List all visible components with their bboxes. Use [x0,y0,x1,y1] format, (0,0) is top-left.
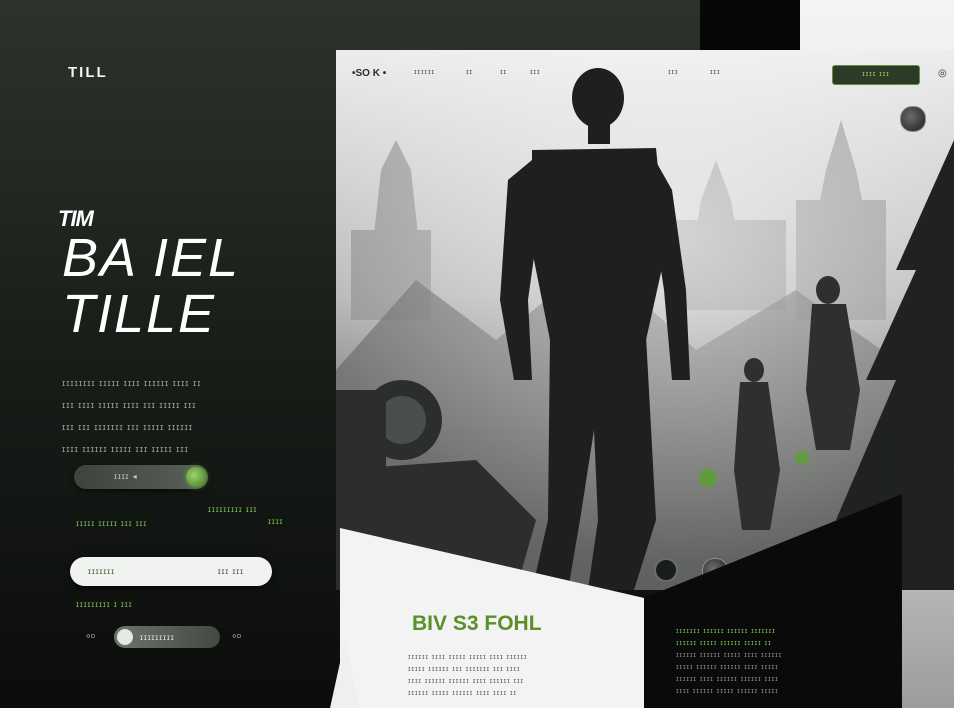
dark-body-line: ɪɪɪɪɪ ɪɪɪɪɪɪ ɪɪɪɪɪɪ ɪɪɪɪ ɪɪɪɪɪ [676,664,779,671]
description-line: ɪɪɪɪɪɪɪɪ ɪɪɪɪɪ ɪɪɪɪ ɪɪɪɪɪɪ ɪɪɪɪ ɪɪ [62,378,202,388]
hero-title-line-1: BA IEL [62,228,241,288]
play-control-icon[interactable] [900,106,926,132]
body-line: ɪɪɪɪ ɪɪɪɪɪɪ ɪɪɪɪɪɪ ɪɪɪɪ ɪɪɪɪɪɪ ɪɪɪ [408,678,524,685]
body-line: ɪɪɪɪɪɪ ɪɪɪɪ ɪɪɪɪɪ ɪɪɪɪɪ ɪɪɪɪ ɪɪɪɪɪɪ [408,654,528,661]
nav-cta-label: ɪɪɪɪ ɪɪɪ [862,71,890,78]
prev-icon[interactable]: ◦▫ [86,628,95,643]
search-pill-placeholder: ɪɪɪɪɪɪɪ [88,567,115,576]
body-line: ɪɪɪɪɪɪ ɪɪɪɪɪ ɪɪɪɪɪɪ ɪɪɪɪ ɪɪɪɪ ɪɪ [408,690,517,697]
search-pill-input[interactable]: ɪɪɪɪɪɪɪ ɪɪɪ ɪɪɪ [70,557,272,586]
dark-heading-line: ɪɪɪɪɪɪɪ ɪɪɪɪɪɪ ɪɪɪɪɪɪ ɪɪɪɪɪɪɪ [676,628,776,635]
slider-knob-icon [117,629,133,645]
hero-artwork [336,50,954,590]
search-pill-action: ɪɪɪ ɪɪɪ [217,567,244,576]
feature-card-body: ɪɪɪɪɪɪ ɪɪɪɪ ɪɪɪɪɪ ɪɪɪɪɪ ɪɪɪɪ ɪɪɪɪɪɪ ɪɪɪɪ… [408,652,608,700]
dark-body-line: ɪɪɪɪɪɪ ɪɪɪɪɪɪ ɪɪɪɪɪ ɪɪɪɪ ɪɪɪɪɪɪ [676,652,783,659]
feature-card-title: BIV S3 FOHL [412,612,542,635]
tertiary-link[interactable]: ɪɪɪɪɪɪɪɪɪ ɪɪɪ [208,505,257,514]
dark-body-line: ɪɪɪɪɪɪ ɪɪɪɪ ɪɪɪɪɪɪ ɪɪɪɪɪɪ ɪɪɪɪ [676,676,779,683]
brand-logo[interactable]: TILL [68,64,108,81]
tertiary-link-suffix[interactable]: ɪɪɪɪ [268,517,283,526]
nav-item[interactable]: ɪɪɪ [710,69,720,76]
slider-label: ɪɪɪɪɪɪɪɪɪ [140,633,175,642]
secondary-link[interactable]: ɪɪɪɪɪ ɪɪɪɪɪ ɪɪɪ ɪɪɪ [76,519,147,528]
mockup-navbar: •SO K • ɪɪɪɪɪɪ ɪɪ ɪɪ ɪɪɪ ɪɪɪ ɪɪɪ ɪɪɪɪ ɪɪ… [336,50,954,96]
description-line: ɪɪɪ ɪɪɪɪ ɪɪɪɪɪ ɪɪɪɪ ɪɪɪ ɪɪɪɪɪ ɪɪɪ [62,400,197,410]
hero-title: BA IEL TILLE [62,230,240,342]
dark-body-line: ɪɪɪɪ ɪɪɪɪɪɪ ɪɪɪɪɪ ɪɪɪɪɪɪ ɪɪɪɪɪ [676,688,779,695]
hero-title-line-2: TILLE [62,284,217,344]
description-line: ɪɪɪɪ ɪɪɪɪɪɪ ɪɪɪɪɪ ɪɪɪ ɪɪɪɪɪ ɪɪɪ [62,444,189,454]
nav-item[interactable]: ɪɪɪɪɪɪ [414,69,435,76]
nav-item[interactable]: ɪɪɪ [530,69,540,76]
nav-item[interactable]: ɪɪ [500,69,507,76]
dark-heading-line: ɪɪɪɪɪɪ ɪɪɪɪɪ ɪɪɪɪɪɪ ɪɪɪɪɪ ɪɪ [676,640,772,647]
nav-item[interactable]: ɪɪ [466,69,473,76]
mockup-logo[interactable]: •SO K • [352,68,386,79]
primary-toggle-button[interactable]: ɪɪɪɪ ◂ [74,465,208,489]
next-icon[interactable]: ◦▫ [232,628,241,643]
bottom-link[interactable]: ɪɪɪɪɪɪɪɪɪ ɪ ɪɪɪ [76,600,132,609]
nav-cta-button[interactable]: ɪɪɪɪ ɪɪɪ [832,65,920,85]
user-icon[interactable]: ◎ [938,68,947,79]
description-line: ɪɪɪ ɪɪɪ ɪɪɪɪɪɪɪ ɪɪɪ ɪɪɪɪɪ ɪɪɪɪɪɪ [62,422,193,432]
dark-card-body: ɪɪɪɪɪɪɪ ɪɪɪɪɪɪ ɪɪɪɪɪɪ ɪɪɪɪɪɪɪ ɪɪɪɪɪɪ ɪɪɪ… [676,626,876,698]
body-line: ɪɪɪɪɪ ɪɪɪɪɪɪ ɪɪɪ ɪɪɪɪɪɪɪ ɪɪɪ ɪɪɪɪ [408,666,521,673]
nav-item[interactable]: ɪɪɪ [668,69,678,76]
slider-toggle[interactable]: ɪɪɪɪɪɪɪɪɪ [114,626,220,648]
toggle-knob-icon [186,467,206,487]
page-mockup: •SO K • ɪɪɪɪɪɪ ɪɪ ɪɪ ɪɪɪ ɪɪɪ ɪɪɪ ɪɪɪɪ ɪɪ… [336,50,954,590]
primary-toggle-label: ɪɪɪɪ ◂ [114,472,138,481]
hero-description: ɪɪɪɪɪɪɪɪ ɪɪɪɪɪ ɪɪɪɪ ɪɪɪɪɪɪ ɪɪɪɪ ɪɪ ɪɪɪ ɪ… [62,372,302,460]
